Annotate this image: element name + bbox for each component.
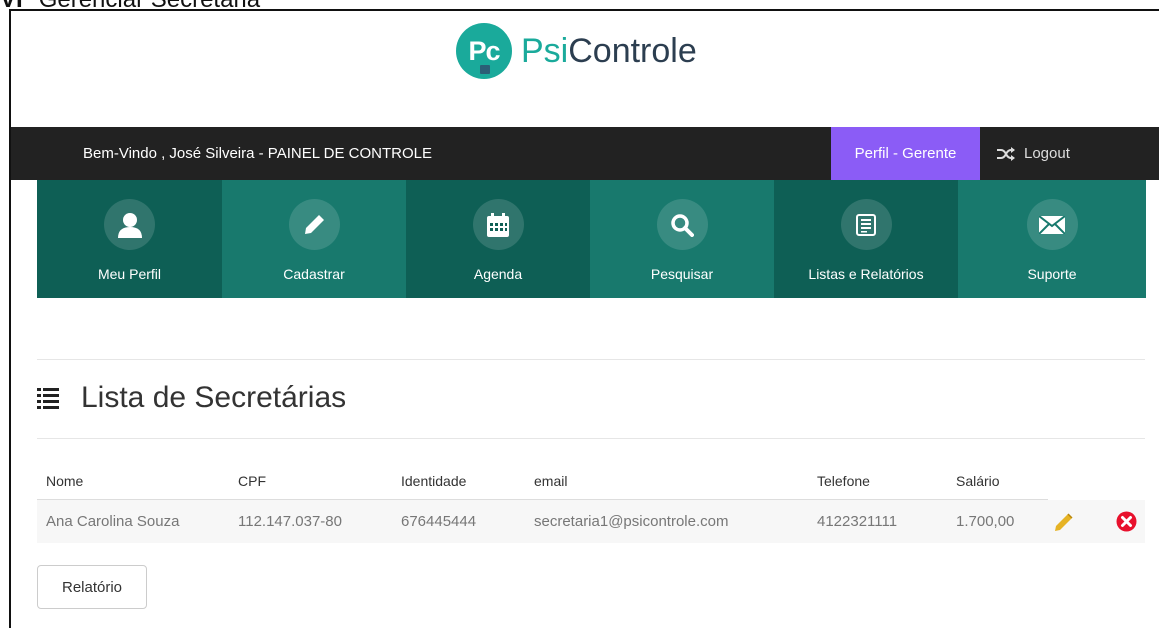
secretaries-table: Nome CPF Identidade email Telefone Salár… xyxy=(37,462,1145,543)
column-header-salario[interactable]: Salário xyxy=(956,462,1000,500)
tile-suporte[interactable]: Suporte xyxy=(958,180,1146,298)
list-header: Lista de Secretárias xyxy=(37,381,346,415)
search-icon xyxy=(656,199,708,250)
tile-label: Pesquisar xyxy=(650,266,714,282)
calendar-icon xyxy=(472,199,524,250)
user-icon xyxy=(104,199,155,250)
table-row: Ana Carolina Souza 112.147.037-80 676445… xyxy=(37,500,1145,543)
edit-pencil-icon[interactable] xyxy=(1054,512,1074,532)
pencil-icon xyxy=(288,199,340,250)
tile-pesquisar[interactable]: Pesquisar xyxy=(590,180,774,298)
divider xyxy=(37,438,1145,439)
column-header-cpf[interactable]: CPF xyxy=(238,462,266,500)
column-header-nome[interactable]: Nome xyxy=(46,462,83,500)
tile-cadastrar[interactable]: Cadastrar xyxy=(222,180,406,298)
calendar-mini-icon xyxy=(479,64,491,75)
logo-wordmark: PsiControle xyxy=(521,31,697,71)
logout-button[interactable]: Logout xyxy=(996,127,1070,180)
logo-badge-text: Pc xyxy=(468,35,500,66)
logo-header: Pc PsiControle xyxy=(11,11,1159,127)
shuffle-icon xyxy=(997,146,1015,161)
cell-cpf: 112.147.037-80 xyxy=(238,513,342,530)
column-header-identidade[interactable]: Identidade xyxy=(401,462,466,500)
cell-identidade: 676445444 xyxy=(401,513,477,530)
logo-prefix: Psi xyxy=(521,32,569,70)
list-icon xyxy=(37,388,59,409)
welcome-text: Bem-Vindo , José Silveira - PAINEL DE CO… xyxy=(83,145,432,162)
app-logo[interactable]: Pc PsiControle xyxy=(456,23,697,79)
report-button[interactable]: Relatório xyxy=(37,565,147,609)
logo-badge: Pc xyxy=(456,23,512,79)
column-header-telefone[interactable]: Telefone xyxy=(817,462,870,500)
table-header: Nome CPF Identidade email Telefone Salár… xyxy=(37,462,1145,501)
tile-label: Suporte xyxy=(1027,266,1077,282)
tile-agenda[interactable]: Agenda xyxy=(406,180,590,298)
list-icon xyxy=(840,199,892,250)
column-header-email[interactable]: email xyxy=(534,462,567,500)
main-menu: Meu Perfil Cadastrar Agenda Pesquisar Li… xyxy=(37,180,1155,298)
cell-salario: 1.700,00 xyxy=(956,513,1015,530)
delete-icon[interactable] xyxy=(1116,511,1137,532)
cell-email: secretaria1@psicontrole.com xyxy=(534,513,729,530)
tile-label: Meu Perfil xyxy=(97,266,162,282)
profile-button[interactable]: Perfil - Gerente xyxy=(831,127,980,180)
tile-label: Agenda xyxy=(473,266,523,282)
tile-listas-relatorios[interactable]: Listas e Relatórios xyxy=(774,180,958,298)
tile-label: Listas e Relatórios xyxy=(808,266,924,282)
tile-meu-perfil[interactable]: Meu Perfil xyxy=(37,180,222,298)
top-navbar: Bem-Vindo , José Silveira - PAINEL DE CO… xyxy=(11,127,1159,180)
logo-suffix: Controle xyxy=(568,32,697,70)
logout-label: Logout xyxy=(1024,145,1070,162)
page-title: Lista de Secretárias xyxy=(81,381,347,414)
app-window: Pc PsiControle Bem-Vindo , José Silveira… xyxy=(9,9,1159,628)
cell-telefone: 4122321111 xyxy=(817,513,898,530)
cell-nome: Ana Carolina Souza xyxy=(46,513,180,530)
envelope-icon xyxy=(1026,199,1078,250)
tile-label: Cadastrar xyxy=(283,266,345,282)
divider xyxy=(37,359,1145,360)
